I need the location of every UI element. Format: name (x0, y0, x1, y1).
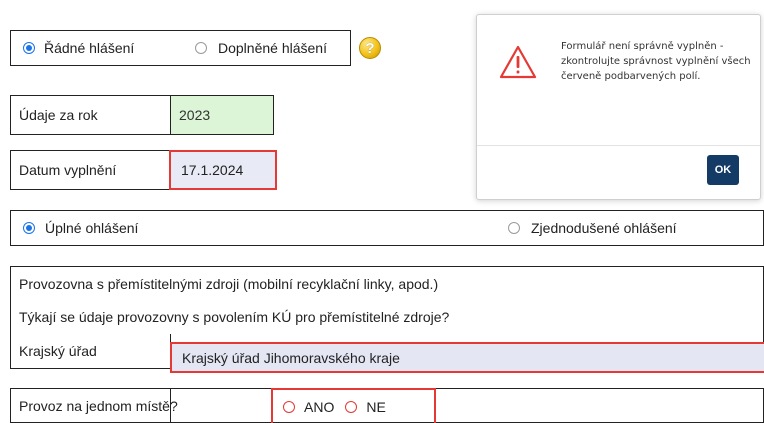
year-field[interactable]: 2023 (171, 96, 273, 134)
mobile-question-row: Týkají se údaje provozovny s povolením K… (10, 300, 764, 335)
report-type-group: Řádné hlášení Doplněné hlášení (10, 30, 351, 66)
place-radio-group: ANO NE (271, 388, 436, 423)
help-icon-glyph: ? (365, 39, 375, 57)
region-label: Krajský úřad (19, 343, 97, 359)
mobile-header-text: Provozovna s přemístitelnými zdroji (mob… (19, 275, 439, 292)
dialog-divider (477, 145, 760, 146)
help-icon[interactable]: ? (359, 37, 381, 59)
radio-zjednodusene-ohlaseni[interactable]: Zjednodušené ohlášení (508, 211, 677, 245)
date-value: 17.1.2024 (181, 162, 244, 178)
radio-ne[interactable] (345, 400, 358, 413)
place-label: Provoz na jednom místě? (19, 397, 178, 414)
radio-zjednodusene-ohlaseni-dot[interactable] (508, 222, 520, 234)
radio-doplnene-hlaseni-label: Doplněné hlášení (218, 40, 327, 56)
report-scope-group: Úplné ohlášení Zjednodušené ohlášení (10, 210, 764, 246)
validation-dialog: Formulář není správně vyplněn - zkontrol… (476, 14, 761, 200)
ok-button[interactable]: OK (707, 155, 739, 185)
date-label: Datum vyplnění (19, 162, 117, 178)
region-field[interactable]: Krajský úřad Jihomoravského kraje (170, 342, 764, 373)
radio-zjednodusene-ohlaseni-label: Zjednodušené ohlášení (531, 220, 677, 236)
radio-doplnene-hlaseni[interactable]: Doplněné hlášení (195, 31, 327, 65)
year-row: Údaje za rok 2023 (10, 95, 274, 135)
date-field[interactable]: 17.1.2024 (169, 150, 277, 190)
radio-ne-label: NE (366, 398, 386, 415)
dialog-message: Formulář není správně vyplněn - zkontrol… (561, 41, 751, 82)
mobile-question-text: Týkají se údaje provozovny s povolením K… (19, 309, 450, 325)
place-divider (170, 389, 171, 422)
radio-uplne-ohlaseni[interactable]: Úplné ohlášení (23, 211, 138, 245)
warning-icon (499, 45, 537, 79)
radio-doplnene-hlaseni-dot[interactable] (195, 42, 207, 54)
region-value: Krajský úřad Jihomoravského kraje (182, 349, 400, 366)
ok-button-label: OK (714, 164, 732, 176)
radio-uplne-ohlaseni-dot[interactable] (23, 222, 35, 234)
radio-radne-hlaseni-label: Řádné hlášení (44, 40, 135, 56)
radio-ano[interactable] (283, 400, 295, 413)
year-value: 2023 (179, 107, 211, 123)
radio-ano-label: ANO (304, 398, 335, 415)
mobile-header-row: Provozovna s přemístitelnými zdroji (mob… (10, 266, 764, 301)
year-label: Údaje za rok (19, 107, 98, 123)
radio-radne-hlaseni-dot[interactable] (23, 42, 35, 54)
radio-uplne-ohlaseni-label: Úplné ohlášení (45, 220, 139, 236)
radio-radne-hlaseni[interactable]: Řádné hlášení (23, 31, 134, 65)
